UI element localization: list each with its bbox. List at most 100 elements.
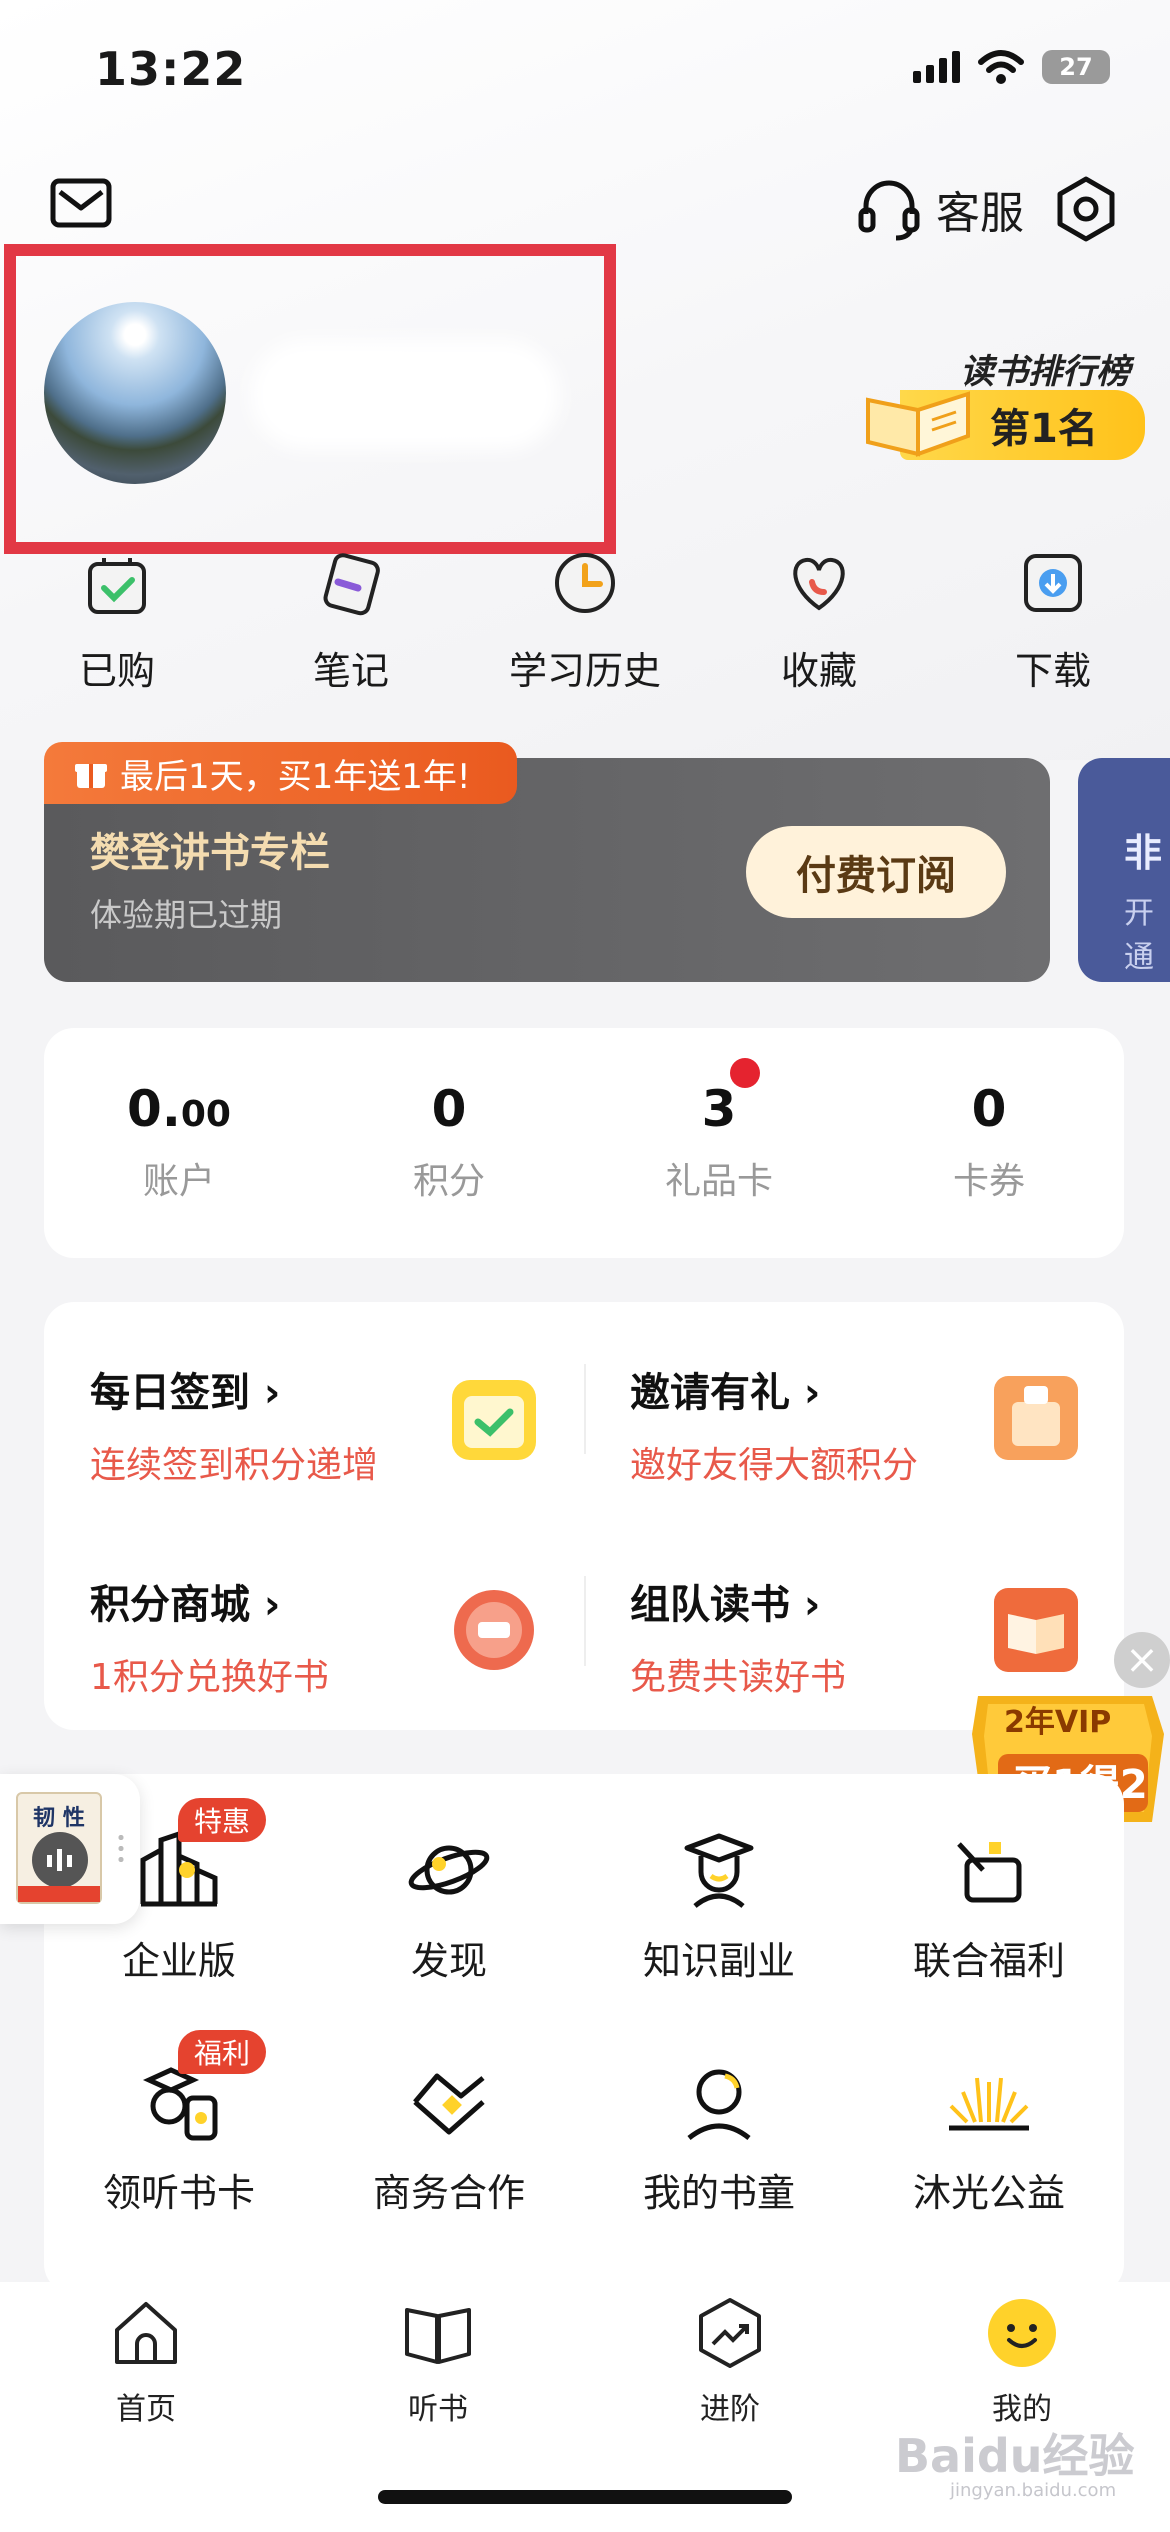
quick-item-notes[interactable]: 笔记 <box>234 548 468 695</box>
favorite-heart-icon <box>793 557 845 611</box>
divider <box>584 1364 586 1454</box>
history-clock-icon <box>555 553 615 613</box>
signal-icon <box>913 51 960 83</box>
drag-handle[interactable] <box>118 1832 124 1866</box>
settings-gear-icon[interactable] <box>1052 175 1120 243</box>
promo-text: 最后1天，买1年送1年! <box>120 756 471 797</box>
service-badge: 福利 <box>178 2030 267 2074</box>
tab-mine[interactable]: 我的 <box>876 2296 1168 2428</box>
home-indicator[interactable] <box>378 2490 792 2504</box>
divider <box>584 1576 586 1666</box>
side-card-title: 非 <box>1124 831 1163 875</box>
stat-coupons[interactable]: 0 卡券 <box>854 1080 1124 1204</box>
task-points-mall[interactable]: 积分商城 1积分兑换好书 <box>90 1572 329 1700</box>
service-book-assistant[interactable]: 我的书童 <box>584 2062 854 2217</box>
graduate-icon <box>684 1833 754 1908</box>
headset-icon[interactable] <box>856 176 922 242</box>
service-label: 领听书卡 <box>102 2171 255 2215</box>
tab-advance[interactable]: 进阶 <box>584 2296 876 2428</box>
tab-label: 听书 <box>408 2392 468 2427</box>
stat-account[interactable]: 0.00 账户 <box>44 1080 314 1204</box>
quick-item-label: 已购 <box>78 649 155 693</box>
quick-item-label: 下载 <box>1014 649 1091 693</box>
stat-value: 0 <box>971 1080 1007 1138</box>
service-label: 企业版 <box>121 1939 236 1983</box>
highlight-box <box>4 244 616 554</box>
tab-listen[interactable]: 听书 <box>292 2296 584 2428</box>
stat-label: 卡券 <box>952 1161 1025 1202</box>
stat-gift-cards[interactable]: 3 礼品卡 <box>584 1080 854 1204</box>
quick-item-label: 学习历史 <box>508 649 661 693</box>
task-team-reading[interactable]: 组队读书 免费共读好书 <box>630 1572 846 1700</box>
promo-tag: 最后1天，买1年送1年! <box>44 742 517 804</box>
mall-icon <box>454 1590 534 1670</box>
quick-item-history[interactable]: 学习历史 <box>468 548 702 695</box>
watermark: Baidu经验 <box>895 2429 1135 2483</box>
service-label: 发现 <box>410 1939 487 1983</box>
listen-card-icon <box>142 2067 218 2141</box>
book-cover: 韧 性 <box>16 1792 102 1904</box>
audio-wave-icon <box>32 1832 88 1888</box>
task-subtitle: 邀好友得大额积分 <box>630 1445 919 1486</box>
service-knowledge[interactable]: 知识副业 <box>584 1830 854 1985</box>
quick-item-favorites[interactable]: 收藏 <box>702 548 936 695</box>
team-book-icon <box>994 1588 1078 1672</box>
customer-service-label[interactable]: 客服 <box>936 177 1024 241</box>
enterprise-icon <box>140 1830 218 1907</box>
quick-item-label: 笔记 <box>312 649 389 693</box>
mail-icon[interactable] <box>50 178 112 228</box>
home-icon <box>115 2302 177 2364</box>
vip-float-top: 2年VIP <box>1004 1705 1111 1740</box>
service-label: 我的书童 <box>642 2171 795 2215</box>
service-label: 联合福利 <box>912 1939 1065 1983</box>
service-joint-benefits[interactable]: 联合福利 <box>854 1830 1124 1985</box>
service-label: 知识副业 <box>642 1939 795 1983</box>
quick-item-label: 收藏 <box>780 649 857 693</box>
status-time: 13:22 <box>95 42 247 96</box>
service-badge: 特惠 <box>178 1798 267 1842</box>
subscription-desc: 体验期已过期 <box>90 896 283 934</box>
service-label: 沐光公益 <box>912 2171 1065 2215</box>
stat-value: 3 <box>701 1080 737 1138</box>
gift-card-icon <box>957 1842 1022 1903</box>
task-title: 每日签到 <box>90 1360 378 1418</box>
notes-icon <box>323 553 380 616</box>
trend-icon <box>699 2298 761 2368</box>
rank-title: 读书排行榜 <box>960 352 1130 392</box>
book-cover-title: 韧 性 <box>33 1806 85 1831</box>
subscribe-button[interactable]: 付费订阅 <box>746 826 1006 918</box>
book-icon <box>405 2308 471 2364</box>
battery-icon: 27 <box>1042 50 1110 84</box>
service-discover[interactable]: 发现 <box>314 1830 584 1985</box>
task-subtitle: 1积分兑换好书 <box>90 1657 329 1698</box>
mini-player-float[interactable]: 韧 性 <box>0 1774 140 1924</box>
task-title: 积分商城 <box>90 1572 329 1630</box>
service-label: 商务合作 <box>372 2171 525 2215</box>
quick-item-download[interactable]: 下载 <box>936 548 1170 695</box>
task-subtitle: 免费共读好书 <box>630 1657 847 1698</box>
sunlight-icon <box>949 2077 1029 2131</box>
tab-home[interactable]: 首页 <box>0 2296 292 2428</box>
stat-value-small: 00 <box>180 1094 231 1135</box>
quick-actions: 已购 笔记 学习历史 收藏 下载 <box>0 548 1170 695</box>
reading-rank-badge[interactable]: 读书排行榜 第1名 <box>860 330 1150 470</box>
service-charity[interactable]: 沐光公益 <box>854 2062 1124 2217</box>
quick-item-purchased[interactable]: 已购 <box>0 548 234 695</box>
stat-value: 0 <box>431 1080 467 1138</box>
rank-value: 第1名 <box>990 406 1098 452</box>
smile-icon <box>988 2299 1056 2367</box>
assistant-icon <box>687 2069 751 2140</box>
purchased-bag-icon <box>88 558 146 614</box>
service-business[interactable]: 商务合作 <box>314 2062 584 2217</box>
task-invite[interactable]: 邀请有礼 邀好友得大额积分 <box>630 1360 918 1488</box>
task-daily-checkin[interactable]: 每日签到 连续签到积分递增 <box>90 1360 378 1488</box>
subscription-title: 樊登讲书专栏 <box>90 830 330 876</box>
stat-label: 账户 <box>142 1161 215 1202</box>
service-listen-card[interactable]: 领听书卡 <box>44 2062 314 2217</box>
download-icon <box>1024 554 1082 612</box>
status-icons: 27 <box>913 50 1110 84</box>
task-title: 邀请有礼 <box>630 1360 918 1418</box>
watermark-sub: jingyan.baidu.com <box>950 2480 1117 2501</box>
stat-label: 礼品卡 <box>664 1161 773 1202</box>
stat-points[interactable]: 0 积分 <box>314 1080 584 1204</box>
